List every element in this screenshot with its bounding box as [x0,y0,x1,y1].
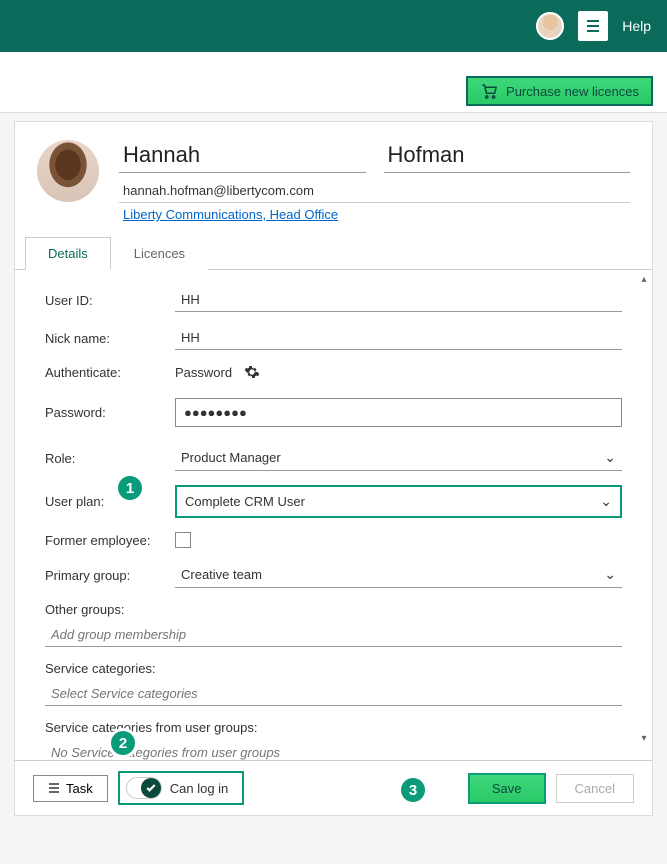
other-groups-label: Other groups: [45,602,622,617]
check-icon [145,782,157,794]
profile-header: Hannah Hofman hannah.hofman@libertycom.c… [15,122,652,236]
gear-icon[interactable] [244,364,260,380]
annotation-badge-2: 2 [108,728,138,758]
tab-bar: Details Licences [15,236,652,270]
password-label: Password: [45,405,175,420]
save-button[interactable]: Save [468,773,546,804]
user-plan-value: Complete CRM User [185,494,305,509]
card-footer: Task Can log in Save Cancel [15,760,652,815]
help-link[interactable]: Help [622,18,651,34]
last-name-field[interactable]: Hofman [384,140,631,173]
chevron-down-icon: ⌄ [604,566,616,583]
role-select[interactable]: Product Manager ⌄ [175,445,622,471]
tab-licences[interactable]: Licences [111,237,208,270]
user-id-label: User ID: [45,293,175,308]
service-categories-label: Service categories: [45,661,622,676]
chevron-down-icon: ⌄ [600,493,612,510]
email-field[interactable]: hannah.hofman@libertycom.com [119,179,630,203]
can-login-label: Can log in [170,781,229,796]
task-label: Task [66,781,93,796]
scroll-down-icon[interactable]: ▾ [641,733,646,744]
annotation-badge-3: 3 [398,775,428,805]
former-employee-label: Former employee: [45,533,175,548]
can-login-toggle[interactable]: Can log in [118,771,245,805]
cart-icon [480,82,498,100]
toggle-knob [141,778,161,798]
purchase-licences-button[interactable]: Purchase new licences [466,76,653,106]
service-categories-input[interactable] [45,682,622,706]
user-plan-select[interactable]: Complete CRM User ⌄ [175,485,622,518]
user-avatar-large[interactable] [37,140,99,202]
primary-group-value: Creative team [181,567,262,582]
main-menu-button[interactable] [578,11,608,41]
chevron-down-icon: ⌄ [604,449,616,466]
user-id-input[interactable]: HH [175,288,622,312]
menu-icon [585,18,601,34]
details-form: ▴ ▾ User ID: HH Nick name: HH Authentica… [15,270,652,760]
scroll-up-icon[interactable]: ▴ [641,274,646,285]
auth-method-value: Password [175,365,232,380]
first-name-field[interactable]: Hannah [119,140,366,173]
user-card: Hannah Hofman hannah.hofman@libertycom.c… [14,121,653,816]
user-plan-label: User plan: [45,494,175,509]
nick-name-label: Nick name: [45,331,175,346]
authenticate-label: Authenticate: [45,365,175,380]
tab-details[interactable]: Details [25,237,111,270]
scrollbar[interactable]: ▴ ▾ [638,274,650,744]
task-button[interactable]: Task [33,775,108,802]
other-groups-input[interactable] [45,623,622,647]
nick-name-input[interactable]: HH [175,326,622,350]
purchase-label: Purchase new licences [506,84,639,99]
list-icon [48,782,60,794]
action-bar: Purchase new licences [0,52,667,113]
annotation-badge-1: 1 [115,473,145,503]
password-input[interactable]: ●●●●●●●● [175,398,622,427]
top-bar: Help [0,0,667,52]
user-avatar-small[interactable] [536,12,564,40]
toggle-track [126,777,162,799]
role-label: Role: [45,451,175,466]
former-employee-checkbox[interactable] [175,532,191,548]
primary-group-select[interactable]: Creative team ⌄ [175,562,622,588]
primary-group-label: Primary group: [45,568,175,583]
cancel-button[interactable]: Cancel [556,774,634,803]
role-value: Product Manager [181,450,281,465]
organization-link[interactable]: Liberty Communications, Head Office [119,203,342,226]
